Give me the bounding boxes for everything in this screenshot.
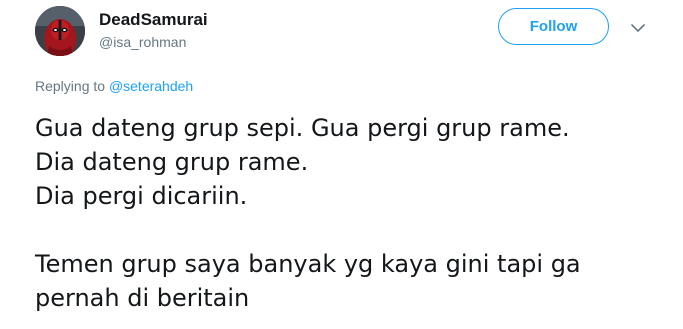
tweet-line: pernah di beritain [35, 284, 250, 312]
tweet-line: Gua dateng grup sepi. Gua pergi grup ram… [35, 114, 570, 142]
replying-to: Replying to @seterahdeh [35, 77, 193, 95]
avatar[interactable] [35, 6, 85, 56]
tweet-text: Gua dateng grup sepi. Gua pergi grup ram… [35, 111, 675, 315]
deadpool-avatar-icon [35, 6, 85, 56]
replying-to-label: Replying to [35, 78, 106, 94]
tweet: DeadSamurai @isa_rohman Follow Replying … [0, 0, 683, 329]
tweet-line: Dia pergi dicariin. [35, 182, 248, 210]
user-handle[interactable]: @isa_rohman [99, 33, 186, 51]
reply-target-link[interactable]: @seterahdeh [109, 78, 193, 94]
chevron-down-icon[interactable] [630, 20, 646, 36]
tweet-line: Dia dateng grup rame. [35, 148, 309, 176]
user-display-name[interactable]: DeadSamurai [99, 10, 208, 30]
tweet-line: Temen grup saya banyak yg kaya gini tapi… [35, 250, 581, 278]
follow-button[interactable]: Follow [498, 8, 609, 45]
